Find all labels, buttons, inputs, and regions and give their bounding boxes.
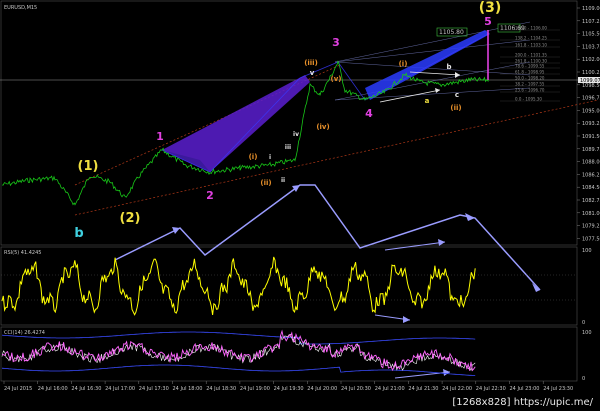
price-tick-label: 1077.50 [582,236,600,242]
fib-level-label: 78.6 - 1099.55 [515,63,545,68]
wave-label: 1 [156,130,164,143]
wave-label: (iv) [316,123,329,131]
wave-label: (ii) [450,104,461,112]
osc-min-tick: 0 [582,376,585,382]
fib-level-label: 200.0 - 1101.35 [515,52,547,57]
time-tick-label: 24 Jul 22:00 [442,386,472,392]
wave-label: (v) [331,75,342,83]
wave-label: i [269,154,271,161]
time-tick-label: 24 Jul 21:00 [375,386,405,392]
fib-level-label: 161.8 - 1103.10 [515,42,547,47]
time-tick-label: 24 Jul 18:30 [206,386,236,392]
time-tick-label: 24 Jul 23:30 [543,386,573,392]
fib-level-label: 23.6 - 1096.70 [515,87,545,92]
fib-level-label: 38.2 - 1097.55 [515,81,545,86]
time-tick-label: 24 Jul 21:30 [408,386,438,392]
price-tick-label: 1079.25 [582,224,600,230]
wave-label: iii [285,144,291,151]
fib-level-label: 100.0 - 1106.00 [515,25,547,30]
wave-label: b [74,226,83,241]
chart-title: EURUSD,M15 [4,5,37,11]
price-tick-label: 1109.00 [582,6,600,12]
wave-label: 3 [332,36,340,49]
time-tick-label: 24 Jul 17:00 [105,386,135,392]
price-tick-label: 1096.75 [582,96,600,102]
price-tick-label: 1086.25 [582,172,600,178]
time-tick-label: 24 Jul 16:30 [71,386,101,392]
wave-label: iv [293,131,299,138]
last-price-label: 1099.07 [580,78,600,84]
time-tick-label: 24 Jul 2015 [4,386,32,392]
wave-label: (3) [479,0,502,16]
wave-label: b [446,63,451,71]
osc-title: CCI(14) 26.4274 [4,330,45,336]
time-tick-label: 24 Jul 16:00 [38,386,68,392]
fib-level-label: 138.2 - 1104.25 [515,35,547,40]
time-tick-label: 24 Jul 22:30 [476,386,506,392]
time-tick-label: 24 Jul 20:30 [341,386,371,392]
osc-max-tick: 100 [582,330,592,336]
price-tick-label: 1081.00 [582,211,600,217]
wave-label: 4 [365,107,373,120]
rsi-min-tick: 0 [582,320,585,326]
price-tick-label: 1088.00 [582,160,600,166]
price-tick-label: 1084.50 [582,185,600,191]
price-tick-label: 1082.75 [582,198,600,204]
time-tick-label: 24 Jul 17:30 [139,386,169,392]
time-tick-label: 24 Jul 19:00 [240,386,270,392]
rsi-title: RSI(5) 41.4245 [4,250,41,256]
wave-label: c [455,91,459,99]
price-tick-label: 1089.75 [582,147,600,153]
time-tick-label: 24 Jul 18:00 [173,386,203,392]
wave-label: a [425,97,430,105]
wave-label: (ii) [260,179,271,187]
wave-label: (2) [120,211,141,226]
chart-canvas: EURUSD,M15 1109.00 1107.25 1105.50 1103.75 1… [0,0,600,411]
wave-label: 5 [484,15,492,28]
price-tick-label: 1102.00 [582,57,600,63]
wave-label: (i) [399,60,408,68]
target-box-label: 1105.80 [439,29,464,36]
price-tick-label: 1105.50 [582,32,600,38]
watermark: [1268x828] https://upic.me/ [449,397,596,408]
rsi-max-tick: 100 [582,248,592,254]
wave-label: (iii) [304,59,318,67]
fib-level-label: 50.0 - 1098.20 [515,75,545,80]
background [0,0,600,411]
time-tick-label: 24 Jul 20:00 [307,386,337,392]
price-tick-label: 1100.25 [582,70,600,76]
price-tick-label: 1107.25 [582,19,600,25]
wave-label: v [310,69,315,77]
price-tick-label: 1095.00 [582,108,600,114]
wave-label: ii [281,177,285,184]
time-tick-label: 24 Jul 23:00 [510,386,540,392]
wave-label: 2 [206,189,214,202]
fib-level-label: 61.8 - 1098.95 [515,69,545,74]
wave-label: (1) [78,159,99,174]
price-tick-label: 1103.75 [582,44,600,50]
wave-label: (i) [249,153,258,161]
time-tick-label: 24 Jul 19:30 [274,386,304,392]
price-tick-label: 1091.50 [582,134,600,140]
price-tick-label: 1093.25 [582,121,600,127]
fib-level-label: 0.0 - 1095.30 [515,96,542,101]
